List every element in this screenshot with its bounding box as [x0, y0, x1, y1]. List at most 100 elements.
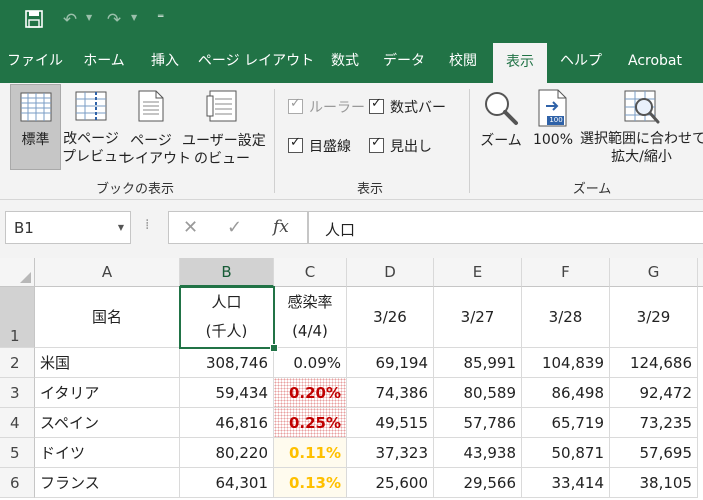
cases-cell[interactable]: 80,589 — [434, 378, 522, 408]
column-header-h[interactable] — [698, 258, 703, 287]
zoom-button[interactable]: ズーム — [476, 84, 526, 170]
country-cell[interactable]: イタリア — [35, 378, 180, 408]
tab-file[interactable]: ファイル — [4, 40, 66, 83]
chevron-down-icon[interactable]: ▼ — [118, 223, 124, 232]
worksheet-grid[interactable]: A B C D E F G 1 2 3 4 5 6 国名 人口 (千人) 感染率… — [0, 258, 703, 500]
headings-label: 見出し — [390, 139, 432, 155]
population-cell[interactable]: 308,746 — [180, 348, 274, 378]
tab-home[interactable]: ホーム — [74, 40, 134, 83]
group-separator — [469, 89, 470, 193]
undo-icon[interactable]: ↶ — [60, 10, 80, 30]
column-header-e[interactable]: E — [434, 258, 522, 287]
tab-page-layout[interactable]: ページ レイアウト — [196, 40, 316, 83]
tab-insert[interactable]: 挿入 — [140, 40, 190, 83]
tab-formulas[interactable]: 数式 — [322, 40, 368, 83]
insert-function-icon[interactable]: fx — [273, 217, 289, 237]
tab-acrobat[interactable]: Acrobat — [615, 40, 695, 83]
save-icon[interactable] — [24, 10, 44, 33]
cancel-icon[interactable]: ✕ — [183, 217, 198, 238]
cell-e1[interactable]: 3/27 — [434, 287, 522, 348]
name-box[interactable]: B1 ▼ — [5, 211, 131, 244]
cases-cell[interactable]: 43,938 — [434, 438, 522, 468]
page-layout-label-1: ページ — [130, 133, 172, 149]
cases-cell[interactable]: 37,323 — [347, 438, 434, 468]
cases-cell[interactable]: 25,600 — [347, 468, 434, 498]
fill-handle[interactable] — [270, 344, 278, 352]
tab-help[interactable]: ヘルプ — [553, 40, 609, 83]
zoom-100-button[interactable]: 100 100% — [528, 84, 578, 170]
column-header-g[interactable]: G — [610, 258, 698, 287]
cases-cell[interactable]: 65,719 — [522, 408, 610, 438]
page-break-label-2: プレビュー — [62, 149, 132, 165]
cases-cell[interactable]: 33,414 — [522, 468, 610, 498]
row-header-5[interactable]: 5 — [0, 438, 35, 468]
tab-data[interactable]: データ — [374, 40, 434, 83]
row-header-6[interactable]: 6 — [0, 468, 35, 498]
formula-bar-checkbox[interactable]: ✓ 数式バー — [369, 96, 446, 118]
normal-view-button[interactable]: 標準 — [10, 84, 61, 170]
select-all-icon — [20, 272, 31, 283]
column-header-d[interactable]: D — [347, 258, 434, 287]
row-header-3[interactable]: 3 — [0, 378, 35, 408]
cases-cell[interactable]: 73,235 — [610, 408, 698, 438]
customize-icon[interactable]: ═ — [158, 12, 163, 22]
cases-cell[interactable]: 38,105 — [610, 468, 698, 498]
country-cell[interactable]: ドイツ — [35, 438, 180, 468]
cell-g1[interactable]: 3/29 — [610, 287, 698, 348]
infection-rate-cell[interactable]: 0.25% — [274, 408, 347, 438]
infection-rate-cell[interactable]: 0.11% — [274, 438, 347, 468]
page-layout-view-button[interactable]: ページ レイアウト — [121, 84, 191, 170]
cases-cell[interactable]: 50,871 — [522, 438, 610, 468]
column-header-f[interactable]: F — [522, 258, 610, 287]
headings-checkbox[interactable]: ✓ 見出し — [369, 135, 432, 157]
ribbon: 標準 改ページ プレビュー ページ レイアウト ユーザー設定 のビュー ブックの… — [0, 83, 703, 200]
cases-cell[interactable]: 57,786 — [434, 408, 522, 438]
country-cell[interactable]: フランス — [35, 468, 180, 498]
cases-cell[interactable]: 104,839 — [522, 348, 610, 378]
cases-cell[interactable]: 74,386 — [347, 378, 434, 408]
row-header-2[interactable]: 2 — [0, 348, 35, 378]
cell-c1[interactable]: 感染率 (4/4) — [274, 287, 347, 348]
cell-d1[interactable]: 3/26 — [347, 287, 434, 348]
cases-cell[interactable]: 124,686 — [610, 348, 698, 378]
column-header-a[interactable]: A — [35, 258, 180, 287]
formula-input[interactable]: 人口 — [308, 211, 703, 244]
cases-cell[interactable]: 49,515 — [347, 408, 434, 438]
page-break-preview-button[interactable]: 改ページ プレビュー — [62, 84, 132, 170]
gridlines-label: 目盛線 — [309, 139, 351, 155]
cases-cell[interactable]: 29,566 — [434, 468, 522, 498]
zoom-100-icon-text: 100 — [549, 116, 563, 124]
cases-cell[interactable]: 92,472 — [610, 378, 698, 408]
cases-cell[interactable]: 86,498 — [522, 378, 610, 408]
tab-view[interactable]: 表示 — [493, 43, 547, 83]
population-cell[interactable]: 80,220 — [180, 438, 274, 468]
cases-cell[interactable]: 69,194 — [347, 348, 434, 378]
zoom-to-selection-button[interactable]: 選択範囲に合わせて 拡大/縮小 — [580, 84, 703, 170]
redo-icon[interactable]: ↷ — [104, 10, 124, 30]
infection-rate-cell[interactable]: 0.13% — [274, 468, 347, 498]
row-header-1[interactable]: 1 — [0, 287, 35, 348]
infection-rate-cell[interactable]: 0.20% — [274, 378, 347, 408]
cases-cell[interactable]: 57,695 — [610, 438, 698, 468]
redo-dropdown-icon[interactable]: ▼ — [131, 13, 137, 23]
country-cell[interactable]: 米国 — [35, 348, 180, 378]
population-cell[interactable]: 46,816 — [180, 408, 274, 438]
enter-icon[interactable]: ✓ — [227, 217, 242, 238]
column-header-c[interactable]: C — [274, 258, 347, 287]
row-header-4[interactable]: 4 — [0, 408, 35, 438]
cell-b1[interactable]: 人口 (千人) — [180, 287, 274, 348]
undo-dropdown-icon[interactable]: ▼ — [86, 13, 92, 23]
cell-f1[interactable]: 3/28 — [522, 287, 610, 348]
population-cell[interactable]: 64,301 — [180, 468, 274, 498]
select-all-button[interactable] — [0, 258, 35, 287]
tab-review[interactable]: 校閲 — [440, 40, 486, 83]
country-cell[interactable]: スペイン — [35, 408, 180, 438]
population-cell[interactable]: 59,434 — [180, 378, 274, 408]
infection-rate-cell[interactable]: 0.09% — [274, 348, 347, 378]
cases-cell[interactable]: 85,991 — [434, 348, 522, 378]
formula-bar-grip-icon[interactable]: ⁞ — [145, 217, 150, 233]
column-header-b[interactable]: B — [180, 258, 274, 287]
custom-views-button[interactable]: ユーザー設定 のビュー — [182, 84, 266, 170]
cell-a1[interactable]: 国名 — [35, 287, 180, 348]
gridlines-checkbox[interactable]: ✓ 目盛線 — [288, 135, 351, 157]
